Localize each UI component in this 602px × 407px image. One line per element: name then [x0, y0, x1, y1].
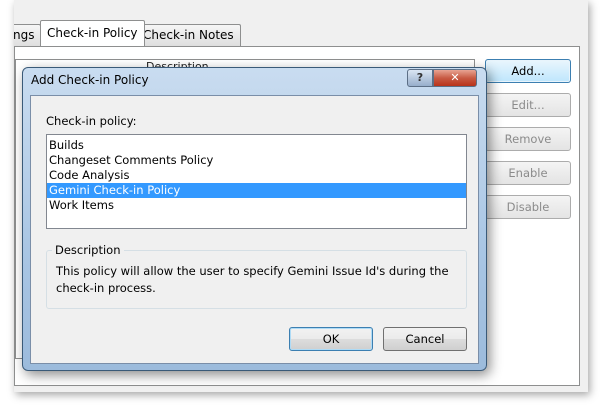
disable-button[interactable]: Disable	[485, 195, 571, 219]
list-item[interactable]: Code Analysis	[47, 168, 466, 183]
list-item[interactable]: Builds	[47, 138, 466, 153]
dialog-client-area: Check-in policy: Builds Changeset Commen…	[30, 95, 479, 364]
description-text: This policy will allow the user to speci…	[56, 264, 449, 295]
description-group: Description This policy will allow the u…	[46, 243, 467, 309]
add-check-in-policy-dialog: Add Check-in Policy ? ✕ Check-in policy:…	[22, 67, 487, 371]
list-item[interactable]: Changeset Comments Policy	[47, 153, 466, 168]
help-button[interactable]: ?	[407, 69, 433, 87]
tab-check-in-notes[interactable]: Check-in Notes	[136, 24, 241, 46]
enable-button[interactable]: Enable	[485, 161, 571, 185]
add-button[interactable]: Add...	[485, 59, 571, 83]
remove-button[interactable]: Remove	[485, 127, 571, 151]
dialog-title: Add Check-in Policy	[31, 73, 149, 87]
tab-check-in-policy[interactable]: Check-in Policy	[40, 20, 145, 46]
policy-list-label: Check-in policy:	[46, 114, 137, 128]
edit-button[interactable]: Edit...	[485, 93, 571, 117]
description-label: Description	[52, 243, 124, 257]
policy-list[interactable]: Builds Changeset Comments Policy Code An…	[46, 134, 467, 229]
close-icon: ✕	[450, 71, 460, 84]
list-item-selected[interactable]: Gemini Check-in Policy	[47, 183, 466, 198]
cancel-button[interactable]: Cancel	[383, 327, 467, 351]
ok-button[interactable]: OK	[289, 327, 373, 351]
tab-settings-partial[interactable]: ngs	[14, 24, 42, 46]
close-button[interactable]: ✕	[433, 69, 477, 87]
help-icon: ?	[416, 71, 424, 84]
list-item[interactable]: Work Items	[47, 198, 466, 213]
